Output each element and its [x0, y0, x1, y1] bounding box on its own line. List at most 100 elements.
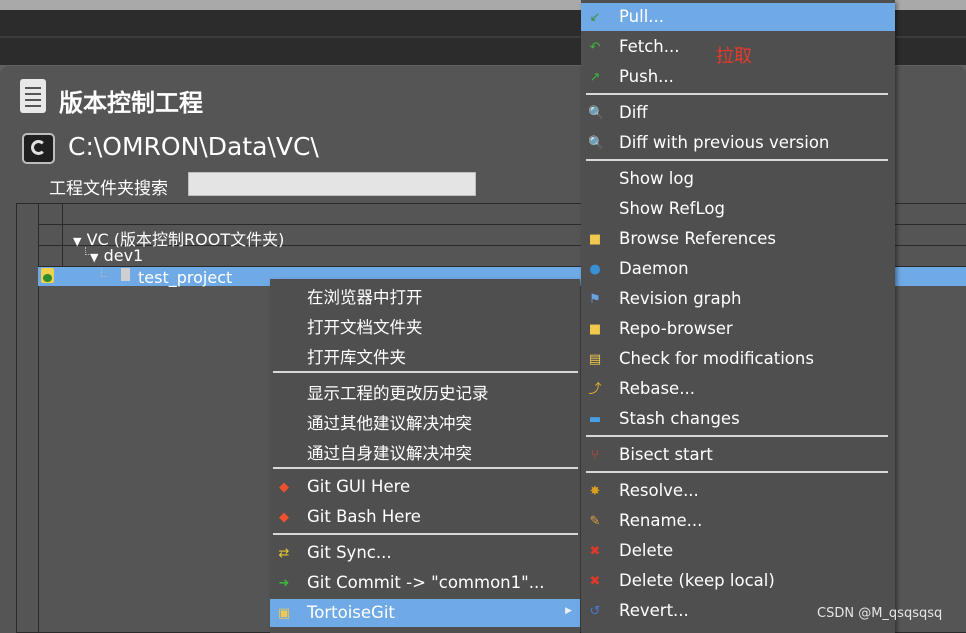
diff-icon: 🔍 — [588, 136, 605, 151]
submenu-item-revision-graph[interactable]: ⚑ Revision graph — [581, 285, 895, 313]
check-modifications-icon: ▤ — [588, 352, 602, 367]
tree-item-project[interactable]: test_project — [138, 268, 232, 287]
submenu-item-rebase[interactable]: ⤴ Rebase... — [581, 375, 895, 403]
panel-title: 版本控制工程 — [59, 89, 203, 117]
menu-separator — [273, 533, 578, 535]
context-menu: 在浏览器中打开 打开文档文件夹 打开库文件夹 显示工程的更改历史记录 通过其他建… — [270, 279, 580, 633]
menu-item-label: 通过其他建议解决冲突 — [307, 414, 472, 433]
menu-item-git-gui[interactable]: ◆ Git GUI Here — [270, 473, 580, 501]
menu-separator — [586, 435, 888, 437]
menu-item-label: Fetch... — [619, 37, 680, 56]
menu-item-label: 打开库文件夹 — [307, 348, 406, 367]
submenu-item-delete[interactable]: ✖ Delete — [581, 537, 895, 565]
menu-item-label: 显示工程的更改历史记录 — [307, 384, 489, 403]
revision-graph-icon: ⚑ — [589, 292, 601, 307]
menu-item-label: Stash changes — [619, 409, 740, 428]
repo-browser-icon: ■ — [588, 322, 602, 337]
submenu-item-rename[interactable]: ✎ Rename... — [581, 507, 895, 535]
git-icon: ◆ — [279, 510, 289, 525]
menu-item-label: Git GUI Here — [307, 477, 411, 496]
menu-item-label: Push... — [619, 67, 674, 86]
search-input[interactable] — [188, 172, 476, 196]
submenu-item-diff[interactable]: 🔍 Diff — [581, 99, 895, 127]
daemon-icon: ● — [589, 262, 601, 277]
submenu-item-bisect[interactable]: ⑂ Bisect start — [581, 441, 895, 469]
resolve-icon: ✸ — [589, 484, 601, 499]
submenu-item-stash[interactable]: ▬ Stash changes — [581, 405, 895, 433]
submenu-item-check-modifications[interactable]: ▤ Check for modifications — [581, 345, 895, 373]
menu-item-label: Browse References — [619, 229, 777, 248]
sync-icon: ⇄ — [278, 546, 290, 561]
submenu-item-repo-browser[interactable]: ■ Repo-browser — [581, 315, 895, 343]
revert-icon: ↺ — [589, 604, 601, 619]
tree-item-branch[interactable]: ▼ dev1 — [90, 246, 143, 265]
submenu-item-show-log[interactable]: Show log — [581, 165, 895, 193]
menu-item-label: Rename... — [619, 511, 703, 530]
menu-item-label: Daemon — [619, 259, 689, 278]
menu-item-label: Revert... — [619, 601, 689, 620]
watermark: CSDN @M_qsqsqsq — [817, 606, 943, 621]
delete-icon: ✖ — [589, 544, 601, 559]
tree-connector — [85, 247, 89, 255]
menu-item-label: Git Commit -> "common1"... — [307, 573, 545, 592]
menu-item-open-in-browser[interactable]: 在浏览器中打开 — [270, 280, 580, 308]
stash-icon: ▬ — [588, 412, 602, 427]
submenu-item-show-reflog[interactable]: Show RefLog — [581, 195, 895, 223]
menu-item-label: Repo-browser — [619, 319, 733, 338]
delete-icon: ✖ — [589, 574, 601, 589]
git-icon: ◆ — [279, 480, 289, 495]
diff-icon: 🔍 — [588, 106, 605, 121]
menu-item-label: Git Bash Here — [307, 507, 421, 526]
menu-item-label: Git Sync... — [307, 543, 392, 562]
file-icon — [121, 268, 130, 281]
menu-item-label: Revision graph — [619, 289, 742, 308]
menu-item-git-bash[interactable]: ◆ Git Bash Here — [270, 503, 580, 531]
menu-item-label: Check for modifications — [619, 349, 814, 368]
menu-item-open-doc-folder[interactable]: 打开文档文件夹 — [270, 310, 580, 338]
menu-separator — [273, 371, 578, 373]
menu-item-resolve-mine[interactable]: 通过自身建议解决冲突 — [270, 436, 580, 464]
menu-item-label: Diff with previous version — [619, 133, 830, 152]
menu-item-git-commit[interactable]: ➜ Git Commit -> "common1"... — [270, 569, 580, 597]
submenu-item-daemon[interactable]: ● Daemon — [581, 255, 895, 283]
expand-arrow-icon[interactable]: ▼ — [73, 235, 81, 248]
submenu-arrow-icon: ▶ — [565, 606, 572, 616]
rename-icon: ✎ — [589, 514, 601, 529]
menu-item-label: Rebase... — [619, 379, 695, 398]
menu-item-label: Pull... — [619, 7, 665, 26]
annotation-label: 拉取 — [716, 46, 752, 67]
submenu-item-browse-references[interactable]: ■ Browse References — [581, 225, 895, 253]
menu-separator — [586, 159, 888, 161]
menu-separator — [586, 93, 888, 95]
submenu-item-pull[interactable]: ↙ Pull... — [581, 3, 895, 31]
push-icon: ↗ — [589, 70, 601, 85]
menu-item-open-lib-folder[interactable]: 打开库文件夹 — [270, 340, 580, 368]
menu-item-label: Diff — [619, 103, 648, 122]
menu-item-show-history[interactable]: 显示工程的更改历史记录 — [270, 376, 580, 404]
expand-arrow-icon[interactable]: ▼ — [90, 251, 98, 264]
pull-icon: ↙ — [589, 10, 601, 25]
submenu-item-delete-keep-local[interactable]: ✖ Delete (keep local) — [581, 567, 895, 595]
submenu-item-resolve[interactable]: ✸ Resolve... — [581, 477, 895, 505]
menu-item-git-sync[interactable]: ⇄ Git Sync... — [270, 539, 580, 567]
menu-item-label: Bisect start — [619, 445, 713, 464]
rebase-icon: ⤴ — [588, 382, 602, 397]
menu-item-label: 在浏览器中打开 — [307, 288, 423, 307]
menu-item-label: Show RefLog — [619, 199, 725, 218]
submenu-item-diff-previous[interactable]: 🔍 Diff with previous version — [581, 129, 895, 157]
menu-item-label: 打开文档文件夹 — [307, 318, 423, 337]
menu-item-resolve-theirs[interactable]: 通过其他建议解决冲突 — [270, 406, 580, 434]
tortoisegit-icon: ▣ — [277, 606, 291, 621]
menu-item-label: Delete — [619, 541, 674, 560]
document-list-icon — [20, 79, 46, 113]
references-icon: ■ — [588, 232, 602, 247]
tortoisegit-submenu: ↙ Pull... ↶ Fetch... ↗ Push... 🔍 Diff 🔍 Diff … — [581, 0, 895, 633]
menu-separator — [273, 467, 578, 469]
refresh-icon[interactable] — [22, 133, 55, 164]
search-label: 工程文件夹搜索 — [49, 179, 168, 199]
repository-path: C:\OMRON\Data\VC\ — [68, 132, 319, 161]
menu-item-label: Show log — [619, 169, 694, 188]
menu-item-tortoisegit[interactable]: ▣ TortoiseGit ▶ — [270, 599, 580, 627]
menu-item-label: Delete (keep local) — [619, 571, 775, 590]
commit-icon: ➜ — [278, 576, 290, 591]
